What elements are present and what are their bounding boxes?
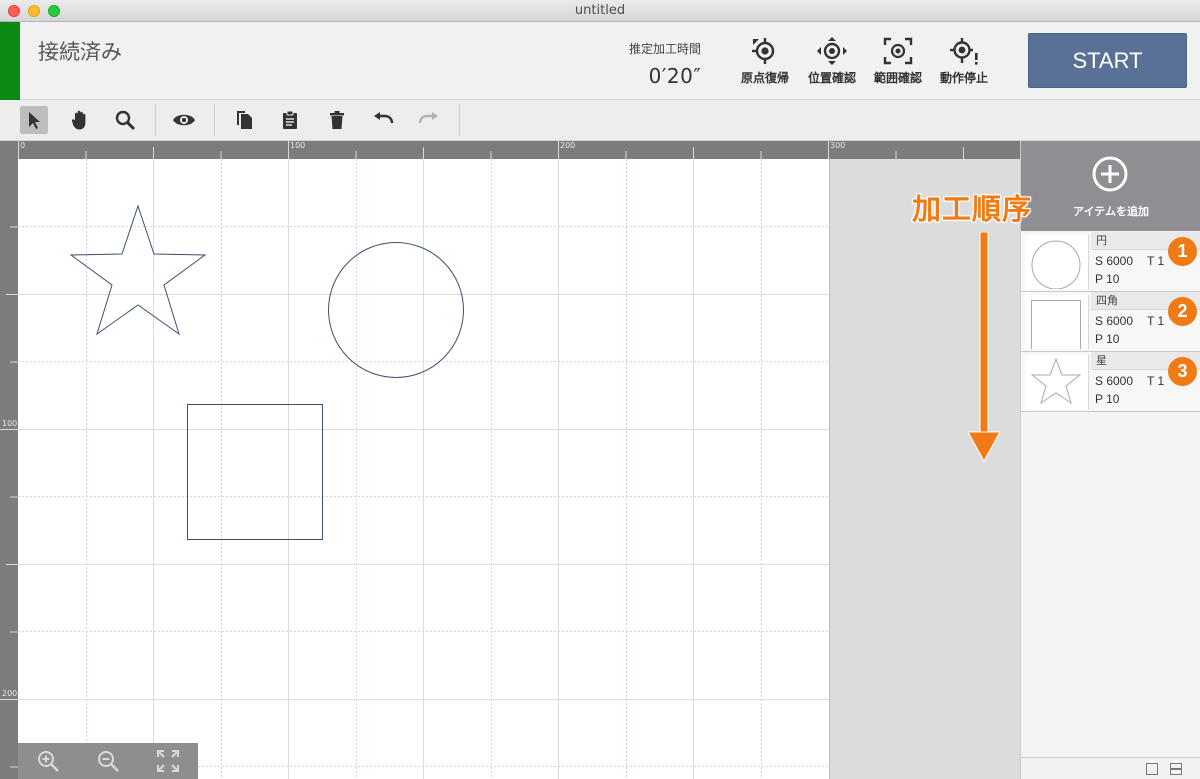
- item-power: P 10: [1095, 392, 1120, 406]
- stop-operation-button[interactable]: 動作停止: [931, 34, 997, 94]
- window-title: untitled: [574, 3, 626, 18]
- stop-operation-label: 動作停止: [939, 71, 988, 85]
- zoom-tool-button[interactable]: [111, 106, 139, 134]
- zoom-controls: [18, 743, 198, 779]
- single-view-icon[interactable]: [1145, 762, 1159, 776]
- pointer-tool-icon: [29, 112, 40, 129]
- item-thumbnail: [1025, 235, 1089, 290]
- fit-to-screen-icon: [157, 750, 179, 772]
- add-item-label: アイテムを追加: [1073, 205, 1149, 218]
- item-times: T 1: [1147, 254, 1165, 268]
- connection-status-indicator: [0, 22, 20, 100]
- position-check-icon: [817, 37, 847, 65]
- undo-button[interactable]: [369, 106, 397, 134]
- title-bar: untitled: [0, 0, 1200, 22]
- start-button[interactable]: START: [1028, 33, 1187, 88]
- range-check-button[interactable]: 範囲確認: [865, 34, 931, 94]
- connection-status-text: 接続済み: [38, 40, 122, 64]
- range-check-icon: [883, 37, 913, 65]
- item-speed: S 6000: [1095, 254, 1134, 268]
- item-times: T 1: [1147, 374, 1165, 388]
- processing-order-arrow-icon: [967, 232, 1001, 463]
- item-power: P 10: [1095, 332, 1120, 346]
- position-check-label: 位置確認: [807, 71, 856, 85]
- zoom-in-icon: [38, 751, 59, 772]
- order-badge: 2: [1168, 297, 1197, 326]
- add-circle-icon: [1092, 156, 1128, 192]
- app-window: untitled 接続済み 推定加工時間 0′20″ 原点復帰 位置確認 範囲確…: [0, 0, 1200, 779]
- ruler-label: 100: [290, 141, 306, 150]
- toolbar-divider: [214, 104, 215, 136]
- zoom-in-button[interactable]: [34, 747, 62, 775]
- preview-eye-icon: [173, 114, 195, 126]
- item-speed: S 6000: [1095, 314, 1134, 328]
- redo-icon: [418, 112, 438, 124]
- preview-button[interactable]: [170, 106, 198, 134]
- range-check-label: 範囲確認: [873, 71, 922, 85]
- item-thumbnail: [1025, 295, 1089, 350]
- processing-order-label: 加工順序: [912, 192, 1033, 226]
- item-power: P 10: [1095, 272, 1120, 286]
- redo-button[interactable]: [415, 106, 443, 134]
- toolbar-divider: [155, 104, 156, 136]
- drawing-canvas[interactable]: [18, 159, 830, 779]
- vertical-ruler-ticks: [0, 226, 18, 768]
- position-check-button[interactable]: 位置確認: [799, 34, 865, 94]
- horizontal-ruler: 0 100 200 300: [18, 141, 1020, 159]
- zoom-tool-icon: [115, 110, 136, 131]
- hand-tool-icon: [71, 110, 86, 130]
- ruler-label: 200: [2, 689, 18, 698]
- circle-shape[interactable]: [328, 242, 464, 378]
- header: 接続済み 推定加工時間 0′20″ 原点復帰 位置確認 範囲確認 動作停止 ST…: [0, 22, 1200, 100]
- vertical-ruler: 100 200: [0, 141, 18, 779]
- origin-return-button[interactable]: 原点復帰: [732, 34, 798, 94]
- item-times: T 1: [1147, 314, 1165, 328]
- ruler-label: 300: [830, 141, 846, 150]
- item-thumbnail: [1025, 355, 1089, 409]
- zoom-out-button[interactable]: [94, 747, 122, 775]
- toolbar: [0, 100, 1200, 141]
- pointer-tool-button[interactable]: [20, 106, 48, 134]
- paste-button[interactable]: [276, 106, 304, 134]
- square-shape[interactable]: [187, 404, 323, 540]
- fit-to-screen-button[interactable]: [154, 747, 182, 775]
- toolbar-divider: [459, 104, 460, 136]
- order-badge: 1: [1168, 237, 1197, 266]
- estimated-time-value: 0′20″: [648, 64, 702, 88]
- item-panel: アイテムを追加 円 S 6000 T 1 P 10 四角 S 6000 T 1 P …: [1020, 141, 1200, 779]
- stop-operation-icon: [950, 38, 978, 65]
- hand-tool-button[interactable]: [66, 106, 94, 134]
- copy-button[interactable]: [230, 106, 258, 134]
- star-thumbnail-icon: [1030, 357, 1082, 405]
- circle-thumbnail-icon: [1031, 240, 1081, 290]
- horizontal-ruler-ticks: [18, 141, 964, 159]
- zoom-out-icon: [98, 751, 119, 772]
- undo-icon: [374, 112, 394, 124]
- origin-return-label: 原点復帰: [740, 71, 789, 85]
- item-speed: S 6000: [1095, 374, 1134, 388]
- estimated-time-label: 推定加工時間: [628, 42, 701, 56]
- panel-footer: [1021, 757, 1200, 779]
- canvas-shapes: [69, 204, 464, 540]
- delete-icon: [330, 111, 344, 129]
- copy-icon: [237, 111, 252, 129]
- square-thumbnail-icon: [1031, 300, 1081, 350]
- delete-button[interactable]: [323, 106, 351, 134]
- add-item-button[interactable]: アイテムを追加: [1021, 141, 1200, 231]
- ruler-label: 200: [560, 141, 576, 150]
- origin-return-icon: [752, 38, 775, 64]
- paste-icon: [283, 110, 297, 129]
- star-shape[interactable]: [69, 204, 207, 336]
- ruler-label: 0: [20, 141, 26, 150]
- split-view-icon[interactable]: [1169, 762, 1183, 776]
- order-badge: 3: [1168, 357, 1197, 386]
- ruler-label: 100: [2, 419, 18, 428]
